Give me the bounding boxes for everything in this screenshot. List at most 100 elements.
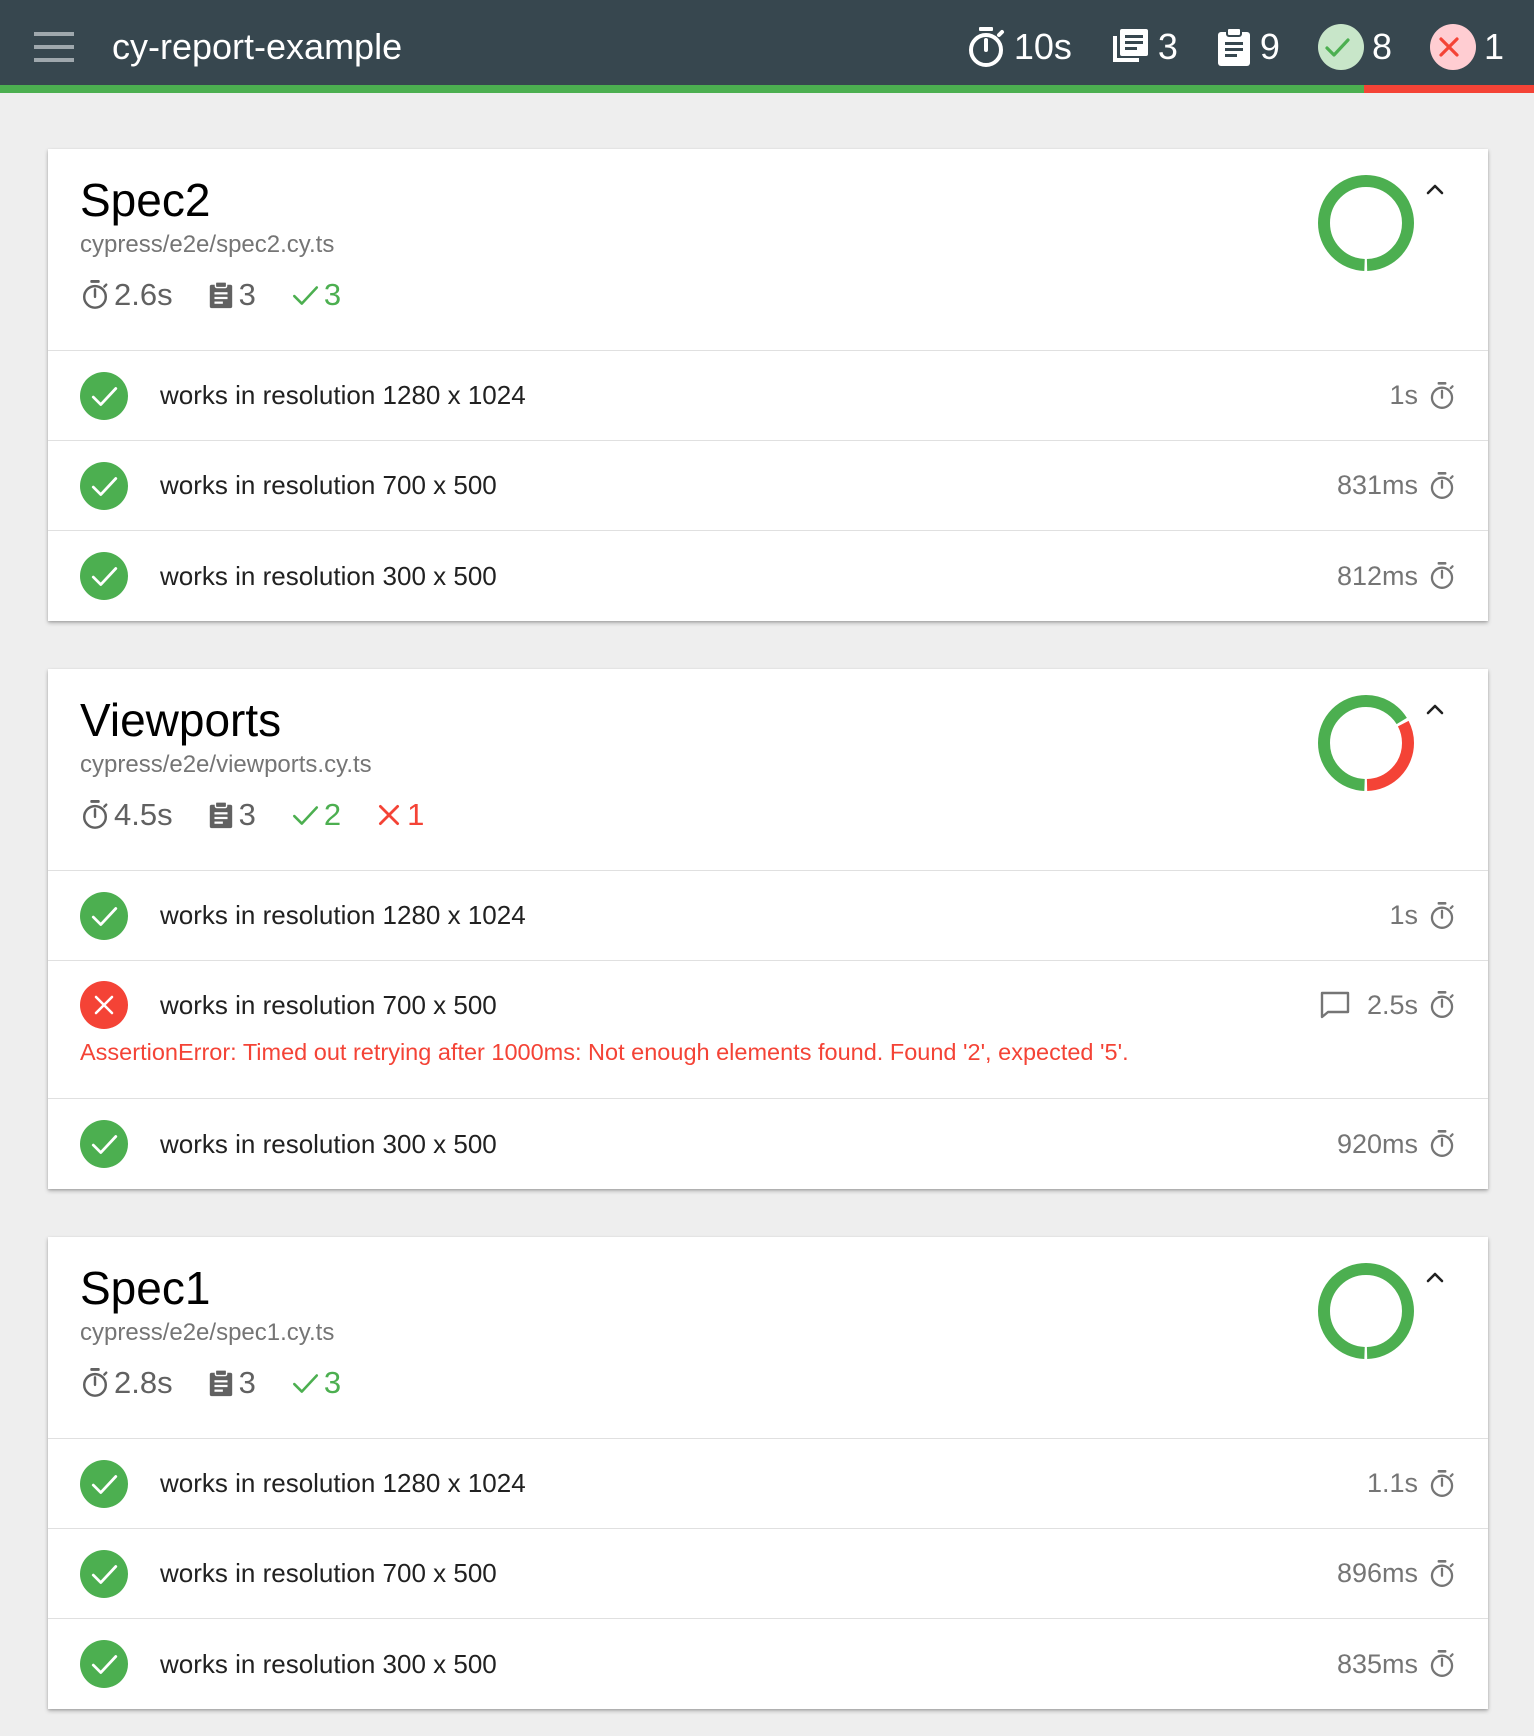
spec-duration-value: 4.5s [114, 797, 173, 832]
passed-status-icon [80, 1549, 128, 1598]
test-title: works in resolution 300 x 500 [160, 560, 497, 591]
spec-duration-value: 2.8s [114, 1365, 173, 1400]
failed-status-icon [80, 981, 128, 1029]
spec-failed-count: 1 [375, 797, 424, 833]
failed-badge [1429, 23, 1476, 70]
stopwatch-icon [83, 800, 108, 829]
test-row[interactable]: works in resolution 300 x 500 812ms [48, 531, 1488, 621]
spec-title: Spec1 [80, 1262, 211, 1314]
spec-card-header: Spec2 cypress/e2e/spec2.cy.ts 2.6s 3 3 [48, 149, 1488, 351]
check-icon [91, 476, 118, 496]
stopwatch-icon [1430, 991, 1454, 1018]
test-title: works in resolution 300 x 500 [160, 1648, 497, 1679]
chevron-up-icon[interactable] [1422, 699, 1448, 719]
stat-passed[interactable]: 8 [1317, 23, 1392, 70]
check-icon [91, 1564, 118, 1584]
check-icon [91, 1474, 118, 1494]
stat-passed-value: 8 [1371, 25, 1392, 67]
passed-status-icon [80, 371, 128, 420]
test-duration: 1s [1389, 380, 1456, 411]
spec-card: Viewports cypress/e2e/viewports.cy.ts 4.5s… [48, 669, 1488, 1189]
spec-title: Spec2 [80, 174, 211, 226]
passed-status-icon [80, 461, 128, 510]
spec-meta: 2.6s 3 3 [80, 277, 375, 313]
stat-failed[interactable]: 1 [1429, 23, 1504, 70]
menu-icon[interactable] [34, 31, 74, 62]
check-icon [1325, 37, 1350, 57]
spec-result-donut [1318, 175, 1414, 271]
stat-suites-value: 3 [1157, 25, 1178, 67]
test-row[interactable]: works in resolution 700 x 500 831ms [48, 441, 1488, 531]
check-icon [292, 806, 318, 825]
stopwatch-icon [1430, 1559, 1454, 1587]
stopwatch-icon [1430, 1469, 1454, 1497]
test-title: works in resolution 1280 x 1024 [160, 1468, 526, 1498]
spec-result-donut [1318, 695, 1414, 791]
test-row[interactable]: works in resolution 1280 x 1024 1s [48, 871, 1488, 961]
close-icon [379, 804, 400, 826]
spec-test-count: 3 [207, 277, 256, 313]
spec-duration: 2.8s [80, 1365, 173, 1401]
spec-duration: 2.6s [80, 277, 173, 313]
test-duration: 835ms [1337, 1649, 1456, 1680]
test-row[interactable]: works in resolution 1280 x 1024 1s [48, 351, 1488, 441]
stopwatch-icon [83, 1368, 108, 1397]
spec-passed-count: 3 [290, 277, 341, 313]
check-icon [91, 906, 118, 926]
test-row[interactable]: works in resolution 300 x 500 920ms [48, 1099, 1488, 1189]
test-duration-value: 1s [1389, 380, 1418, 410]
chevron-up-icon[interactable] [1422, 1267, 1448, 1287]
passed-badge [1317, 23, 1364, 70]
clipboard-icon [209, 1369, 232, 1397]
stat-suites: 3 [1110, 26, 1178, 68]
top-app-bar: cy-report-example 10s 3 9 8 1 [0, 0, 1534, 93]
stat-tests: 9 [1216, 26, 1280, 68]
stat-duration-value: 10s [1013, 25, 1072, 67]
test-row[interactable]: works in resolution 700 x 500 2.5s Asserti… [48, 961, 1488, 1099]
test-duration-value: 1.1s [1366, 1468, 1418, 1498]
chevron-up-icon[interactable] [1422, 179, 1448, 199]
spec-card: Spec1 cypress/e2e/spec1.cy.ts 2.8s 3 3 works … [48, 1237, 1488, 1709]
test-duration-value: 2.5s [1366, 989, 1418, 1020]
summary-stats: 10s 3 9 8 1 [928, 23, 1504, 70]
test-row[interactable]: works in resolution 1280 x 1024 1.1s [48, 1439, 1488, 1529]
passed-status-icon [80, 1120, 128, 1168]
close-icon [1439, 36, 1459, 57]
check-icon [91, 1655, 118, 1674]
spec-card-header: Spec1 cypress/e2e/spec1.cy.ts 2.8s 3 3 [48, 1237, 1488, 1439]
test-title: works in resolution 1280 x 1024 [160, 900, 526, 930]
stopwatch-icon [1430, 901, 1454, 929]
comment-icon[interactable] [1319, 990, 1351, 1020]
spec-meta: 2.8s 3 3 [80, 1365, 375, 1401]
test-duration-value: 812ms [1336, 560, 1418, 591]
spec-failed-value: 1 [407, 797, 425, 832]
stopwatch-icon [1430, 1650, 1454, 1677]
test-duration: 2.5s [1309, 990, 1456, 1021]
error-message: AssertionError: Timed out retrying after… [80, 1039, 1129, 1065]
test-row[interactable]: works in resolution 300 x 500 835ms [48, 1619, 1488, 1709]
test-title: works in resolution 700 x 500 [160, 1558, 497, 1588]
spec-test-count-value: 3 [238, 1365, 256, 1400]
test-title: works in resolution 1280 x 1024 [160, 380, 526, 410]
spec-test-count-value: 3 [238, 797, 256, 832]
test-duration: 812ms [1337, 561, 1456, 592]
passed-status-icon [80, 552, 128, 600]
spec-path: cypress/e2e/spec1.cy.ts [80, 1319, 335, 1346]
spec-list: Spec2 cypress/e2e/spec2.cy.ts 2.6s 3 3 works … [0, 93, 1534, 1709]
check-icon [91, 567, 118, 586]
spec-test-count-value: 3 [238, 277, 256, 312]
stopwatch-icon [1430, 1130, 1454, 1157]
stat-duration: 10s [966, 26, 1072, 68]
check-icon [292, 286, 318, 305]
spec-test-count: 3 [207, 1365, 256, 1401]
stat-failed-value: 1 [1483, 25, 1504, 67]
passed-status-icon [80, 1459, 128, 1508]
passed-status-icon [80, 1640, 128, 1688]
spec-duration: 4.5s [80, 797, 173, 833]
spec-card: Spec2 cypress/e2e/spec2.cy.ts 2.6s 3 3 works … [48, 149, 1488, 621]
test-row[interactable]: works in resolution 700 x 500 896ms [48, 1529, 1488, 1619]
test-title: works in resolution 700 x 500 [160, 989, 497, 1020]
progress-pass-segment [0, 85, 1364, 93]
clipboard-icon [1217, 26, 1250, 66]
stopwatch-icon [1430, 381, 1454, 409]
